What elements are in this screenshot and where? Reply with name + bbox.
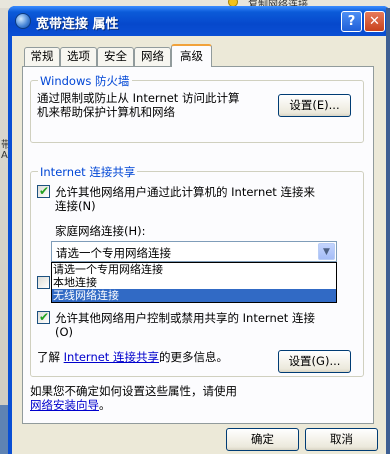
dropdown-option-selected[interactable]: 无线网络连接 bbox=[52, 289, 336, 302]
background-text: A bbox=[1, 150, 8, 161]
network-setup-wizard-link[interactable]: 网络安装向导 bbox=[30, 398, 99, 412]
ics-settings-button[interactable]: 设置(G)... bbox=[278, 350, 351, 373]
allow-control-checkbox[interactable]: ✔ bbox=[37, 310, 50, 324]
firewall-group: Windows 防火墙 通过限制或防止从 Internet 访问此计算 机来帮助… bbox=[30, 73, 364, 143]
help-button[interactable]: ? bbox=[341, 11, 362, 32]
dropdown-option[interactable]: 请选一个专用网络连接 bbox=[52, 263, 336, 276]
firewall-description-line1: 通过限制或防止从 Internet 访问此计算 bbox=[37, 91, 240, 105]
allow-connect-label-line2: 连接(N) bbox=[55, 199, 96, 213]
allow-connect-checkbox[interactable]: ✔ bbox=[37, 184, 50, 198]
learn-more-text: 了解 Internet 连接共享的更多信息。 bbox=[37, 350, 228, 364]
dropdown-option[interactable]: 本地连接 bbox=[52, 276, 336, 289]
footer-text-line2: 网络安装向导。 bbox=[30, 398, 111, 412]
firewall-group-title: Windows 防火墙 bbox=[38, 73, 132, 89]
cancel-button[interactable]: 取消 bbox=[305, 428, 378, 451]
ok-button[interactable]: 确定 bbox=[226, 428, 299, 451]
firewall-description-line2: 机来帮助保护计算机和网络 bbox=[37, 105, 175, 119]
footer-suffix: 。 bbox=[99, 398, 111, 412]
tab-networking[interactable]: 网络 bbox=[134, 47, 171, 66]
tab-general[interactable]: 常规 bbox=[24, 47, 60, 66]
close-button[interactable]: ✕ bbox=[364, 11, 385, 32]
allow-control-label-line2: (O) bbox=[55, 325, 74, 339]
advanced-tab-panel: Windows 防火墙 通过限制或防止从 Internet 访问此计算 机来帮助… bbox=[22, 66, 374, 424]
checkmark-icon: ✔ bbox=[39, 184, 50, 198]
tab-security[interactable]: 安全 bbox=[97, 47, 134, 66]
window-title: 宽带连接 属性 bbox=[36, 17, 119, 32]
checkmark-icon: ✔ bbox=[39, 310, 50, 324]
tab-advanced[interactable]: 高级 bbox=[171, 44, 212, 67]
home-network-label: 家庭网络连接(H): bbox=[55, 224, 146, 238]
network-connection-icon bbox=[15, 13, 31, 29]
tab-options[interactable]: 选项 bbox=[60, 47, 97, 66]
ics-group-title: Internet 连接共享 bbox=[38, 164, 138, 180]
firewall-settings-button[interactable]: 设置(E)... bbox=[278, 94, 351, 117]
allow-connect-label: 允许其他网络用户通过此计算机的 Internet 连接来 bbox=[55, 185, 315, 199]
home-network-combo-value: 请选一个专用网络连接 bbox=[56, 246, 171, 260]
ics-group: Internet 连接共享 ✔ 允许其他网络用户通过此计算机的 Internet… bbox=[30, 164, 364, 377]
properties-dialog: 宽带连接 属性 ? ✕ 常规 选项 安全 网络 高级 Windows 防火墙 通… bbox=[8, 6, 390, 454]
home-network-combo[interactable]: 请选一个专用网络连接 ▼ bbox=[51, 241, 337, 262]
ics-help-link[interactable]: Internet 连接共享 bbox=[64, 350, 159, 364]
dialog-client-area: 常规 选项 安全 网络 高级 Windows 防火墙 通过限制或防止从 Inte… bbox=[12, 36, 386, 454]
desktop-background-right bbox=[386, 8, 390, 454]
learn-more-prefix: 了解 bbox=[37, 350, 64, 364]
allow-control-label: 允许其他网络用户控制或禁用共享的 Internet 连接 bbox=[55, 311, 315, 325]
chevron-down-icon[interactable]: ▼ bbox=[318, 243, 335, 260]
hidden-option-checkbox[interactable] bbox=[37, 276, 50, 289]
title-bar[interactable]: 宽带连接 属性 ? ✕ bbox=[8, 6, 390, 36]
footer-text-line1: 如果您不确定如何设置这些属性，请使用 bbox=[30, 384, 237, 398]
learn-more-suffix: 的更多信息。 bbox=[158, 350, 228, 364]
home-network-dropdown: 请选一个专用网络连接 本地连接 无线网络连接 bbox=[51, 262, 337, 303]
